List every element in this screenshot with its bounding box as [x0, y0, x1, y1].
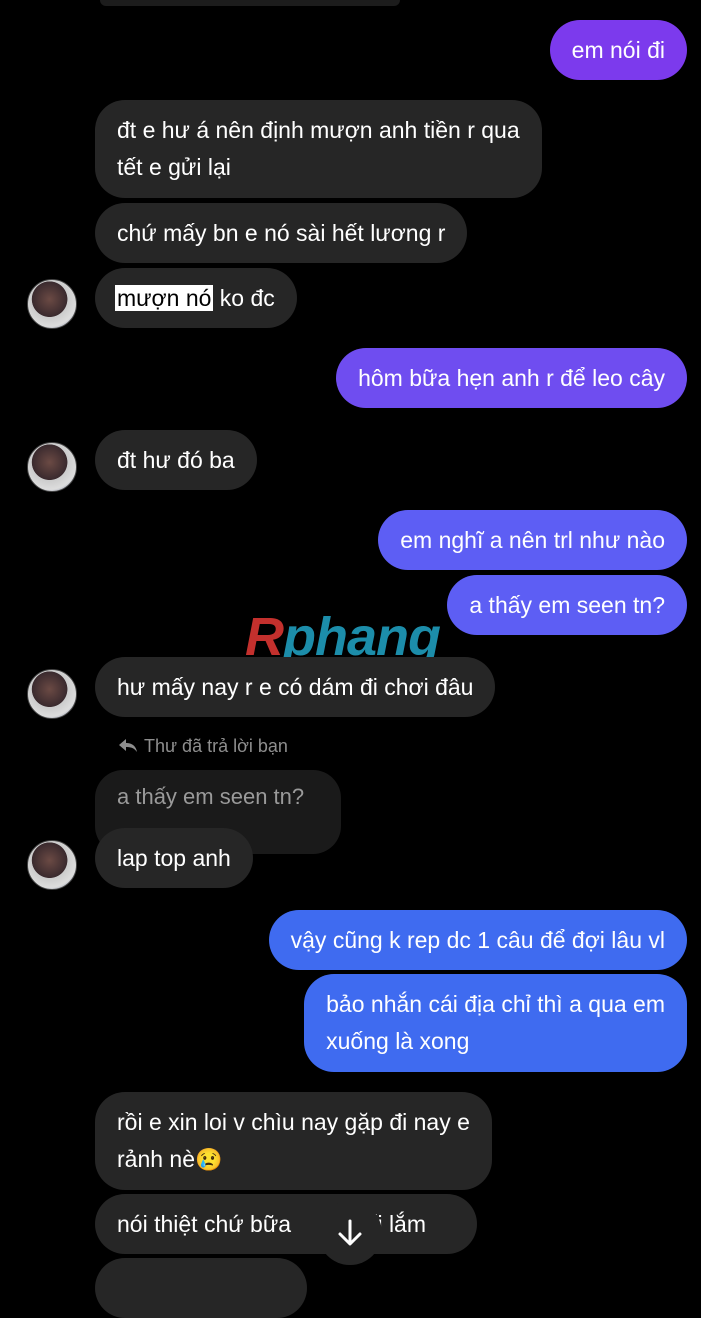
received-message[interactable]: đt hư đó ba: [95, 430, 257, 490]
crying-emoji: 😢: [195, 1147, 223, 1172]
received-message[interactable]: rồi e xin loi v chìu nay gặp đi nay e rả…: [95, 1092, 492, 1190]
avatar[interactable]: [27, 442, 77, 492]
message-text: lap top anh: [117, 845, 231, 871]
message-text: em nói đi: [571, 37, 665, 63]
reply-arrow-icon: [119, 739, 137, 752]
avatar[interactable]: [27, 840, 77, 890]
sent-message[interactable]: a thấy em seen tn?: [447, 575, 687, 635]
message-text: đt hư đó ba: [117, 447, 235, 473]
message-text: xuống là xong: [326, 1028, 470, 1054]
scroll-to-bottom-button[interactable]: [318, 1201, 382, 1265]
sent-message[interactable]: hôm bữa hẹn anh r để leo cây: [336, 348, 687, 408]
message-text: bảo nhắn cái địa chỉ thì a qua em: [326, 991, 665, 1017]
sent-message[interactable]: vậy cũng k rep dc 1 câu để đợi lâu vl: [268, 910, 687, 970]
received-message-partial[interactable]: [95, 1258, 307, 1318]
received-message[interactable]: đt e hư á nên định mượn anh tiền r qua t…: [95, 100, 542, 198]
message-text: hư mấy nay r e có dám đi chơi đâu: [117, 674, 474, 700]
sent-message[interactable]: em nghĩ a nên trl như nào: [378, 510, 687, 570]
message-text: vậy cũng k rep dc 1 câu để đợi lâu vl: [290, 927, 665, 953]
received-message[interactable]: hư mấy nay r e có dám đi chơi đâu: [95, 657, 496, 717]
message-text: hôm bữa hẹn anh r để leo cây: [358, 365, 665, 391]
sent-message[interactable]: em nói đi: [549, 20, 687, 80]
received-message[interactable]: mượn nó ko đc: [95, 268, 297, 328]
received-message[interactable]: lap top anh: [95, 828, 253, 888]
message-text: a thấy em seen tn?: [469, 592, 665, 618]
message-text: em nghĩ a nên trl như nào: [400, 527, 665, 553]
received-message[interactable]: nói thiệt chứ bữa rối lắm: [95, 1194, 477, 1254]
message-text: nói thiệt chứ bữa: [117, 1211, 292, 1237]
message-text: tết e gửi lại: [117, 154, 231, 180]
arrow-down-icon: [338, 1219, 362, 1246]
partial-bubble-top: [100, 0, 400, 6]
message-text: rảnh nè: [117, 1146, 196, 1172]
message-text: đt e hư á nên định mượn anh tiền r qua: [117, 117, 520, 143]
reply-label: Thư đã trả lời bạn: [144, 736, 288, 756]
sent-message[interactable]: bảo nhắn cái địa chỉ thì a qua em xuống …: [304, 974, 687, 1072]
highlighted-text: mượn nó: [115, 285, 214, 311]
message-text: ko đc: [213, 285, 275, 311]
avatar[interactable]: [27, 279, 77, 329]
received-message[interactable]: chứ mấy bn e nó sài hết lương r: [95, 203, 468, 263]
reply-indicator: Thư đã trả lời bạn: [118, 736, 288, 757]
avatar[interactable]: [27, 669, 77, 719]
message-text: rồi e xin loi v chìu nay gặp đi nay e: [117, 1109, 470, 1135]
message-text: chứ mấy bn e nó sài hết lương r: [117, 220, 446, 246]
quoted-text: a thấy em seen tn?: [117, 784, 305, 809]
